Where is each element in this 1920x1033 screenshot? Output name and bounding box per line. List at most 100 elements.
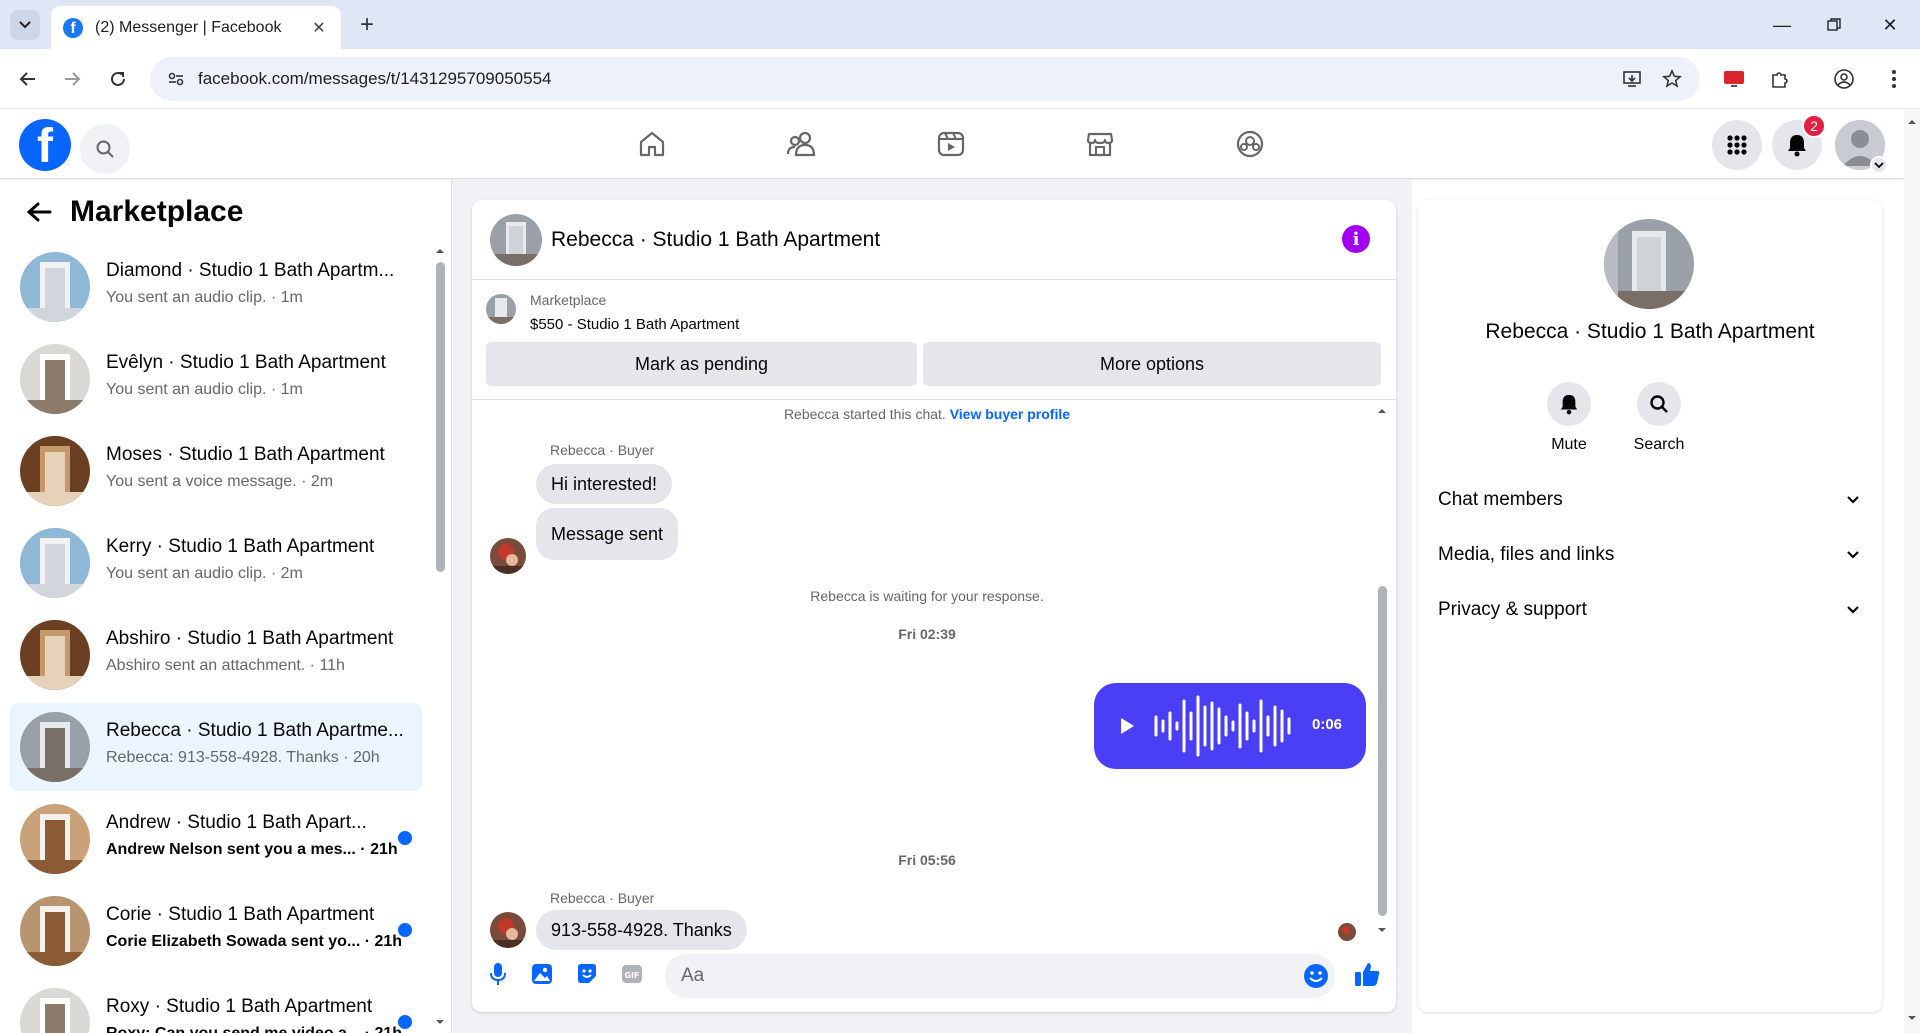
voice-message-bubble[interactable]: 0:06 <box>1094 683 1366 769</box>
facebook-logo-icon[interactable]: f <box>19 119 71 171</box>
conversation-thumbnail <box>20 988 90 1033</box>
chat-avatar[interactable] <box>490 214 542 266</box>
search-icon <box>1637 382 1681 426</box>
thread-scrollbar[interactable] <box>1374 400 1390 940</box>
media-files-links-row[interactable]: Media, files and links <box>1438 535 1862 575</box>
minimize-button[interactable]: — <box>1762 10 1802 40</box>
search-icon <box>96 140 114 158</box>
arrow-right-icon <box>65 72 81 86</box>
svg-text:GIF: GIF <box>624 971 639 980</box>
emoji-icon[interactable] <box>1302 962 1330 990</box>
address-bar[interactable]: facebook.com/messages/t/1431295709050554 <box>150 57 1700 101</box>
chat-started-note: Rebecca started this chat. View buyer pr… <box>472 406 1382 422</box>
unread-dot <box>398 1015 412 1029</box>
tab-close-icon[interactable]: ✕ <box>309 18 329 38</box>
conversation-item[interactable]: Corie · Studio 1 Bath Apartment Corie Eli… <box>10 887 422 975</box>
sidebar-header: Marketplace <box>22 195 243 229</box>
play-icon[interactable] <box>1114 711 1140 741</box>
chat-header: Rebecca · Studio 1 Bath Apartment i <box>472 200 1396 280</box>
like-thumbs-up-icon[interactable] <box>1352 959 1382 989</box>
conversation-item[interactable]: Diamond · Studio 1 Bath Apartm... You sen… <box>10 243 422 331</box>
browser-tabstrip: f (2) Messenger | Facebook ✕ + — ✕ <box>0 0 1920 49</box>
account-chevron-icon[interactable] <box>1870 156 1888 174</box>
conversation-item[interactable]: Kerry · Studio 1 Bath Apartment You sent … <box>10 519 422 607</box>
sender-label: Rebecca · Buyer <box>550 890 655 906</box>
conversation-item[interactable]: Andrew · Studio 1 Bath Apart... Andrew Ne… <box>10 795 422 883</box>
profile-icon[interactable] <box>1828 63 1860 95</box>
facebook-search-button[interactable] <box>80 124 130 174</box>
conversation-item[interactable]: Abshiro · Studio 1 Bath Apartment Abshiro… <box>10 611 422 699</box>
nav-gaming-tab[interactable] <box>1195 118 1305 170</box>
install-app-icon[interactable] <box>1620 67 1644 91</box>
extensions-puzzle-icon[interactable] <box>1764 63 1796 95</box>
more-options-button[interactable]: More options <box>923 342 1381 386</box>
microphone-icon[interactable] <box>483 959 513 989</box>
conversation-name: Andrew · Studio 1 Bath Apart... <box>106 812 367 833</box>
conversation-item[interactable]: Rebecca · Studio 1 Bath Apartme... Rebecc… <box>10 703 422 791</box>
info-icon[interactable]: i <box>1342 225 1370 253</box>
home-icon <box>639 131 665 157</box>
sender-avatar[interactable] <box>490 538 526 574</box>
conversation-preview: You sent an audio clip. · 1m <box>106 381 303 398</box>
conversation-name: Abshiro · Studio 1 Bath Apartment <box>106 628 394 649</box>
back-arrow-button[interactable] <box>22 195 56 229</box>
menu-button[interactable] <box>1712 120 1762 170</box>
conversation-preview: Corie Elizabeth Sowada sent yo... · 21h <box>106 933 403 950</box>
bookmark-star-icon[interactable] <box>1660 67 1684 91</box>
mark-as-pending-button[interactable]: Mark as pending <box>486 342 917 386</box>
voice-duration: 0:06 <box>1312 716 1343 733</box>
browser-tab[interactable]: f (2) Messenger | Facebook ✕ <box>51 6 341 49</box>
page-scrollbar[interactable] <box>1904 110 1920 1033</box>
gif-icon[interactable]: GIF <box>617 959 647 989</box>
restore-button[interactable] <box>1814 10 1854 40</box>
nav-friends-tab[interactable] <box>746 118 856 170</box>
new-tab-button[interactable]: + <box>352 10 382 40</box>
message-input[interactable] <box>665 954 1335 998</box>
search-action[interactable]: Search <box>1614 382 1704 454</box>
notifications-button[interactable]: 2 <box>1772 114 1826 170</box>
privacy-support-row[interactable]: Privacy & support <box>1438 590 1862 630</box>
nav-video-tab[interactable] <box>896 118 1006 170</box>
conversation-item[interactable]: Roxy · Studio 1 Bath Apartment Roxy: Can … <box>10 979 422 1033</box>
chevron-down-icon <box>1844 491 1862 509</box>
listing-title[interactable]: $550 - Studio 1 Bath Apartment <box>530 316 739 333</box>
browser-menu-icon[interactable] <box>1878 63 1910 95</box>
sidebar-title: Marketplace <box>70 195 244 228</box>
conversation-thumbnail <box>20 436 90 506</box>
message-bubble[interactable]: Hi interested! <box>536 464 673 504</box>
forward-button[interactable] <box>56 63 88 95</box>
site-info-icon[interactable] <box>164 67 188 91</box>
nav-home-tab[interactable] <box>597 118 707 170</box>
sidebar-scroll-thumb[interactable] <box>436 262 445 572</box>
thread-scroll-thumb[interactable] <box>1378 586 1387 916</box>
conversation-item[interactable]: Evêlyn · Studio 1 Bath Apartment You sent… <box>10 335 422 423</box>
info-avatar[interactable] <box>1604 219 1694 309</box>
grid-menu-icon <box>1727 135 1747 155</box>
sidebar-scrollbar[interactable] <box>432 240 448 1030</box>
marketplace-sidebar: Marketplace Diamond · Studio 1 Bath Apar… <box>0 180 452 1033</box>
marketplace-label: Marketplace <box>530 292 607 308</box>
conversation-name: Moses · Studio 1 Bath Apartment <box>106 444 385 465</box>
close-window-button[interactable]: ✕ <box>1870 10 1910 40</box>
row-label: Media, files and links <box>1438 544 1615 565</box>
tab-title: (2) Messenger | Facebook <box>95 18 282 36</box>
reload-button[interactable] <box>102 63 134 95</box>
conversation-item[interactable]: Moses · Studio 1 Bath Apartment You sent … <box>10 427 422 515</box>
photo-icon[interactable] <box>527 959 557 989</box>
chat-info-panel: Rebecca · Studio 1 Bath Apartment Mute S… <box>1418 200 1882 1012</box>
sticker-icon[interactable] <box>572 959 602 989</box>
back-button[interactable] <box>12 63 44 95</box>
conversation-name: Diamond · Studio 1 Bath Apartm... <box>106 260 395 281</box>
message-bubble[interactable]: Message sent <box>536 508 679 560</box>
chat-members-row[interactable]: Chat members <box>1438 480 1862 520</box>
extension-screen-icon[interactable] <box>1718 63 1750 95</box>
tab-search-button[interactable] <box>10 10 40 40</box>
mute-action[interactable]: Mute <box>1524 382 1614 454</box>
chat-panel: Rebecca · Studio 1 Bath Apartment i Mark… <box>472 200 1396 1012</box>
nav-marketplace-tab[interactable] <box>1045 118 1155 170</box>
bell-icon <box>1788 135 1806 157</box>
conversation-name: Kerry · Studio 1 Bath Apartment <box>106 536 375 557</box>
view-buyer-profile-link[interactable]: View buyer profile <box>950 406 1070 422</box>
chat-title[interactable]: Rebecca · Studio 1 Bath Apartment <box>551 228 880 252</box>
listing-thumbnail[interactable] <box>486 294 516 324</box>
